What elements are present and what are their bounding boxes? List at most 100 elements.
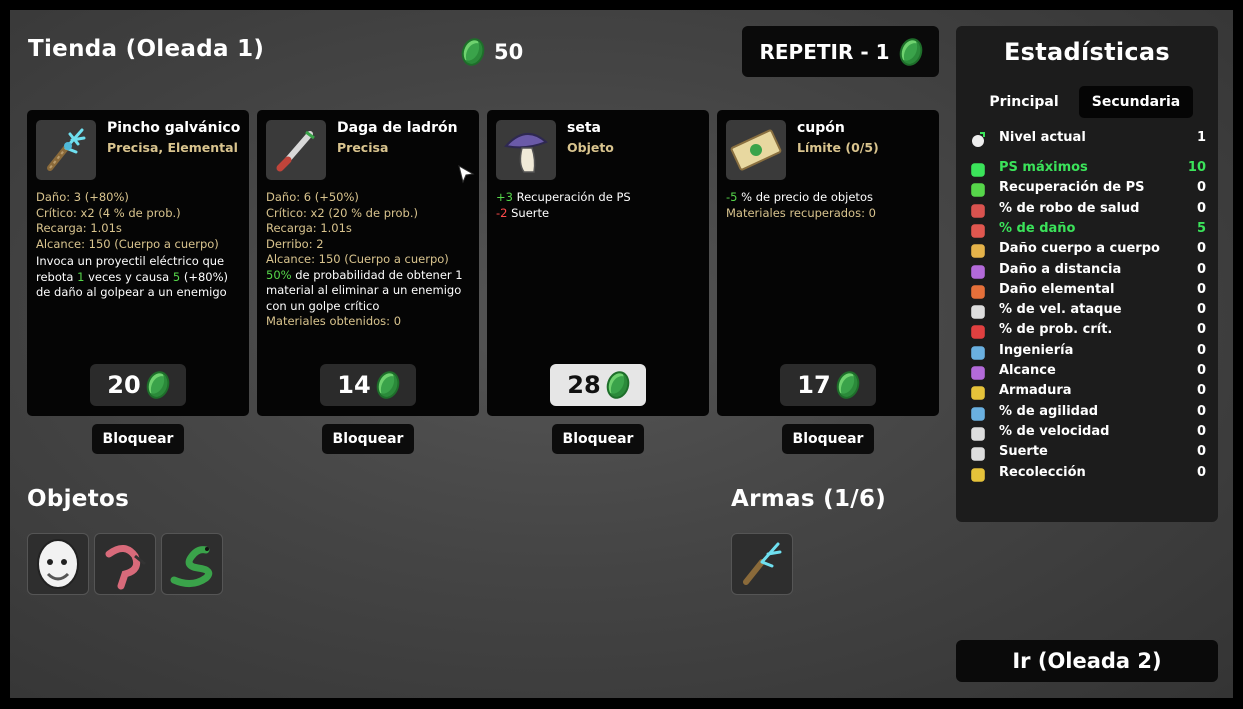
stat-value: 0 [1196, 383, 1206, 399]
range-icon [971, 366, 985, 380]
stat-line: Daño: 3 (+80%) [36, 190, 129, 204]
stat-row: % de agilidad 0 [970, 404, 1206, 424]
mushroom-icon [496, 120, 556, 180]
reroll-button[interactable]: REPETIR - 1 [742, 26, 939, 77]
heal-icon [971, 183, 985, 198]
stat-label: Ingeniería [999, 342, 1074, 358]
galvanic-spike-icon[interactable] [731, 533, 793, 595]
dice-icon [971, 447, 985, 461]
effect-text: 50% de probabilidad de obtener 1 materia… [266, 267, 463, 313]
hourglass-icon [971, 305, 985, 319]
price-button[interactable]: 20 [90, 364, 186, 406]
shop-screen: Tienda (Oleada 1) 50 REPETIR - 1 Pincho … [10, 10, 1233, 698]
stat-line: Daño: 6 (+50%) [266, 190, 359, 204]
stat-line: +3 Recuperación de PS [496, 190, 631, 204]
stat-line: Alcance: 150 (Cuerpo a cuerpo) [266, 252, 449, 266]
stat-value: 5 [1196, 220, 1206, 236]
stat-label: Alcance [999, 363, 1056, 378]
lock-button[interactable]: Bloquear [322, 424, 414, 454]
card-type: Precisa, Elemental [107, 140, 238, 155]
stat-row: % de velocidad 0 [970, 424, 1206, 444]
stat-row: % de prob. crít. 0 [970, 322, 1206, 342]
weapons-title: Armas (1/6) [731, 486, 887, 512]
stat-value: 0 [1196, 363, 1206, 378]
stat-label: % de agilidad [999, 403, 1099, 419]
stat-label: Recuperación de PS [999, 180, 1145, 196]
stat-label: % de daño [999, 220, 1076, 236]
stat-label: Daño elemental [999, 281, 1115, 297]
stat-label: Daño cuerpo a cuerpo [999, 241, 1160, 257]
stat-value: 0 [1196, 444, 1206, 460]
shop-card-thief-dagger[interactable]: Daga de ladrón Precisa Daño: 6 (+50%) Cr… [257, 110, 479, 416]
stat-label: Recolección [999, 464, 1086, 480]
heart-icon [971, 163, 985, 177]
stat-value: 0 [1196, 261, 1206, 277]
shop-card-coupon[interactable]: cupón Límite (0/5) -5 % de precio de obj… [717, 110, 939, 416]
stat-value: 0 [1196, 403, 1206, 419]
price-button[interactable]: 17 [780, 364, 876, 406]
dagger-icon [266, 120, 326, 180]
material-coin-icon [372, 368, 403, 402]
stat-line: -2 Suerte [496, 205, 550, 220]
lock-button[interactable]: Bloquear [92, 424, 184, 454]
muscle-icon [971, 224, 985, 238]
stat-row: % de robo de salud 0 [970, 201, 1206, 221]
stat-value: 0 [1196, 322, 1206, 338]
card-name: Daga de ladrón [337, 120, 458, 136]
sword-icon [971, 244, 985, 258]
next-wave-button[interactable]: Ir (Oleada 2) [956, 640, 1218, 682]
lock-button[interactable]: Bloquear [552, 424, 644, 454]
flame-icon [971, 284, 985, 299]
fangs-icon [971, 203, 985, 218]
coupon-icon [726, 120, 786, 180]
crit-icon [971, 325, 985, 340]
reroll-label: REPETIR - 1 [759, 39, 890, 64]
harvest-icon [971, 467, 985, 482]
galvanic-spike-icon [36, 120, 96, 180]
stat-row-level: Nivel actual 1 [970, 130, 1206, 150]
stat-label: % de prob. crít. [999, 322, 1113, 338]
tab-secundaria[interactable]: Secundaria [1079, 86, 1193, 118]
stat-value: 0 [1196, 342, 1206, 358]
card-name: cupón [797, 120, 845, 136]
stats-panel: Estadísticas Principal Secundaria Nivel … [956, 26, 1218, 522]
card-type: Objeto [567, 140, 614, 155]
lock-button[interactable]: Bloquear [782, 424, 874, 454]
stats-title: Estadísticas [1003, 38, 1171, 66]
price-value: 14 [337, 371, 371, 399]
stat-label: Daño a distancia [999, 261, 1122, 277]
shop-card-galvanic-spike[interactable]: Pincho galvánico Precisa, Elemental Daño… [27, 110, 249, 416]
boot-icon [971, 427, 985, 441]
stat-label: Armadura [999, 383, 1072, 399]
price-button[interactable]: 28 [550, 364, 646, 406]
extra-line: Materiales obtenidos: 0 [266, 314, 402, 328]
snake-icon[interactable] [161, 533, 223, 595]
stat-line: Derribo: 2 [266, 236, 324, 251]
stat-value: 0 [1196, 281, 1206, 297]
stat-row: Daño elemental 0 [970, 282, 1206, 302]
tab-principal[interactable]: Principal [976, 86, 1072, 118]
stat-value: 0 [1196, 200, 1206, 216]
shop-card-mushroom[interactable]: seta Objeto +3 Recuperación de PS -2 Sue… [487, 110, 709, 416]
stat-value: 0 [1196, 464, 1206, 480]
level-icon [972, 132, 985, 147]
stat-line: Recarga: 1.01s [36, 221, 122, 235]
bow-icon [971, 264, 985, 279]
card-description: +3 Recuperación de PS -2 Suerte [496, 190, 706, 221]
card-description: Daño: 3 (+80%) Crítico: x2 (4 % de prob.… [36, 190, 246, 301]
flamingo-icon[interactable] [94, 533, 156, 595]
items-title: Objetos [27, 486, 130, 512]
stat-row: Suerte 0 [970, 444, 1206, 464]
stat-label: PS máximos [999, 160, 1088, 175]
mouse-cursor-icon [458, 164, 475, 184]
price-button[interactable]: 14 [320, 364, 416, 406]
material-coin-icon [832, 368, 863, 402]
egg-face-icon[interactable] [27, 533, 89, 595]
stat-line: Recarga: 1.01s [266, 221, 352, 235]
wrench-icon [971, 345, 985, 360]
stat-line: Crítico: x2 (4 % de prob.) [36, 205, 181, 220]
stat-row: Recolección 0 [970, 465, 1206, 485]
stat-label: % de vel. ataque [999, 302, 1122, 318]
effect-text: Invoca un proyectil eléctrico que rebota… [36, 254, 229, 299]
stat-row: Daño cuerpo a cuerpo 0 [970, 241, 1206, 261]
